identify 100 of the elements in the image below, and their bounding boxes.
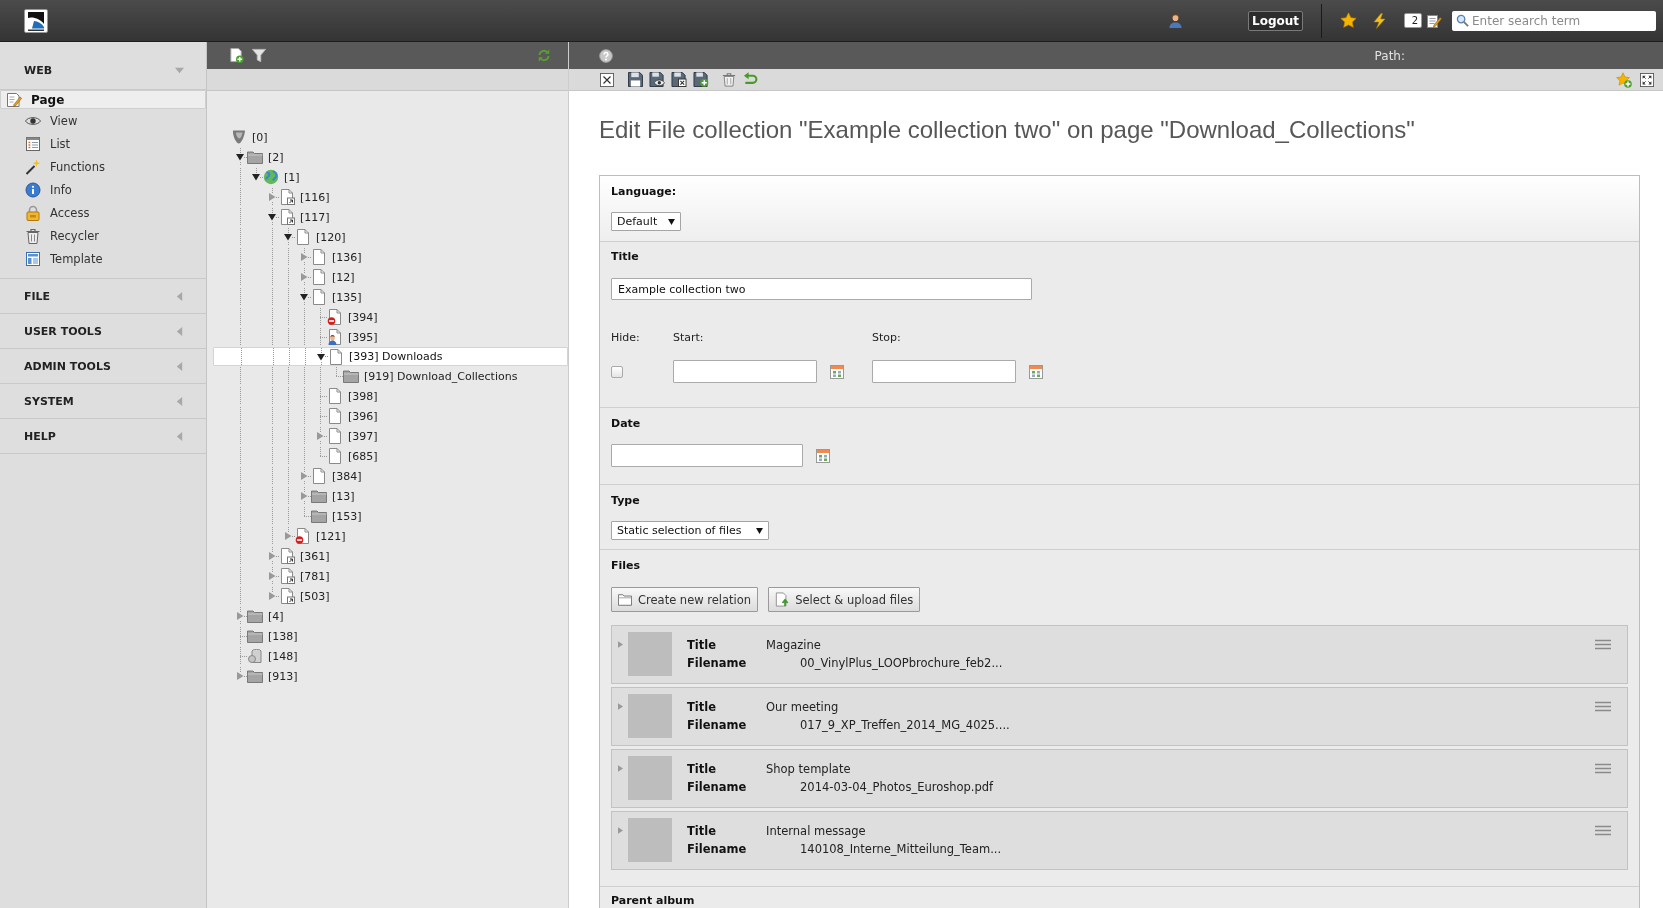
module-group-header[interactable]: ADMIN TOOLS	[0, 349, 206, 383]
caret-right-icon[interactable]	[316, 432, 324, 440]
page-icon	[327, 428, 343, 444]
save-icon[interactable]	[628, 72, 643, 87]
module-item[interactable]: Page	[0, 90, 206, 109]
folder-icon	[247, 668, 263, 684]
module-item[interactable]: List	[0, 132, 206, 155]
calendar-icon[interactable]	[816, 448, 830, 463]
caret-down-icon[interactable]	[317, 352, 325, 361]
search-field[interactable]: Enter search term	[1452, 10, 1656, 31]
caret-right-icon[interactable]	[236, 672, 244, 680]
caret-right-icon[interactable]	[268, 552, 276, 560]
caret-right-icon[interactable]	[236, 612, 244, 620]
field-label: Date	[611, 416, 641, 431]
star-icon[interactable]	[1340, 12, 1357, 29]
page-icon	[311, 269, 327, 285]
save-view-icon[interactable]	[649, 72, 665, 87]
caret-right-icon[interactable]	[300, 472, 308, 480]
module-group-header[interactable]: HELP	[0, 419, 206, 453]
lightning-icon[interactable]	[1371, 12, 1387, 29]
save-close-icon[interactable]	[671, 72, 687, 87]
page-tree-item[interactable]: [393] Downloads	[213, 347, 568, 366]
path-label: Path:	[1374, 48, 1405, 63]
page-edit-icon	[6, 91, 22, 108]
field-value: Our meeting	[766, 699, 840, 716]
start-date-input[interactable]	[673, 360, 817, 383]
caret-down-icon[interactable]	[252, 173, 260, 181]
module-item[interactable]: Recycler	[0, 224, 206, 247]
fullscreen-icon[interactable]	[1640, 72, 1654, 87]
drag-handle-icon[interactable]	[1595, 763, 1611, 774]
folder-icon	[311, 488, 327, 504]
filter-icon[interactable]	[252, 48, 266, 63]
caret-right-icon[interactable]	[618, 641, 623, 648]
module-item[interactable]: Info	[0, 178, 206, 201]
field-value: Shop template	[766, 761, 852, 778]
page-icon	[327, 448, 343, 464]
new-page-icon[interactable]	[229, 48, 244, 63]
page-icon	[311, 249, 327, 265]
field-label: Filename	[687, 717, 748, 734]
calendar-icon[interactable]	[830, 364, 844, 379]
shortcut-page-icon	[279, 568, 295, 584]
title-input[interactable]: Example collection two	[611, 278, 1032, 300]
module-group-header[interactable]: FILE	[0, 279, 206, 313]
module-group-header[interactable]: USER TOOLS	[0, 314, 206, 348]
caret-right-icon[interactable]	[268, 572, 276, 580]
module-item[interactable]: Functions	[0, 155, 206, 178]
logo-icon[interactable]	[24, 8, 48, 33]
calendar-icon[interactable]	[1029, 364, 1043, 379]
trash-icon[interactable]	[722, 72, 736, 87]
help-icon[interactable]	[599, 48, 613, 63]
field-label: Files	[611, 558, 641, 573]
caret-down-icon[interactable]	[236, 153, 244, 161]
drag-handle-icon[interactable]	[1595, 701, 1611, 712]
field-label: Hide:	[611, 330, 640, 345]
undo-icon[interactable]	[742, 72, 758, 87]
stop-date-input[interactable]	[872, 360, 1016, 383]
page-icon	[295, 229, 311, 245]
field-label: Parent album	[611, 893, 695, 908]
field-value: 140108_Interne_Mitteilung_Team...	[799, 841, 1002, 858]
date-input[interactable]	[611, 444, 803, 467]
caret-right-icon[interactable]	[300, 253, 308, 261]
notepad-icon[interactable]	[1426, 12, 1442, 29]
upload-files-button[interactable]: Select & upload files	[768, 587, 921, 612]
module-item[interactable]: Access	[0, 201, 206, 224]
caret-right-icon[interactable]	[268, 193, 276, 201]
close-icon[interactable]	[600, 72, 614, 87]
caret-down-icon[interactable]	[284, 233, 292, 241]
page-tree-item[interactable]: [0]	[213, 127, 568, 147]
module-item[interactable]: View	[0, 109, 206, 132]
caret-right-icon[interactable]	[268, 592, 276, 600]
refresh-icon[interactable]	[537, 48, 551, 63]
caret-right-icon[interactable]	[618, 765, 623, 772]
drag-handle-icon[interactable]	[1595, 825, 1611, 836]
field-label: Title	[687, 637, 718, 654]
hide-checkbox[interactable]	[611, 365, 623, 378]
list-icon	[25, 135, 41, 152]
caret-down-icon[interactable]	[268, 213, 276, 221]
module-item[interactable]: Template	[0, 247, 206, 270]
save-new-icon[interactable]	[693, 72, 709, 87]
new-relation-button[interactable]: Create new relation	[611, 587, 759, 612]
user-icon[interactable]	[1168, 13, 1183, 28]
caret-down-icon[interactable]	[300, 293, 308, 301]
drag-handle-icon[interactable]	[1595, 639, 1611, 650]
caret-right-icon[interactable]	[618, 703, 623, 710]
caret-right-icon[interactable]	[300, 492, 308, 500]
page-upload-icon	[775, 592, 790, 607]
caret-right-icon[interactable]	[300, 273, 308, 281]
photo-placeholder	[628, 818, 672, 862]
field-label: Title	[611, 249, 639, 264]
type-select[interactable]: Static selection of files	[611, 521, 769, 540]
caret-right-icon[interactable]	[284, 532, 292, 540]
language-select[interactable]: Default	[611, 212, 681, 231]
folder-icon	[618, 593, 632, 606]
bookmark-star-icon[interactable]	[1616, 71, 1632, 88]
field-label: Title	[687, 761, 718, 778]
logout-button[interactable]: Logout	[1248, 10, 1303, 31]
module-group-header[interactable]: SYSTEM	[0, 384, 206, 418]
photo-placeholder	[628, 694, 672, 738]
template-icon	[25, 250, 41, 267]
caret-right-icon[interactable]	[618, 827, 623, 834]
